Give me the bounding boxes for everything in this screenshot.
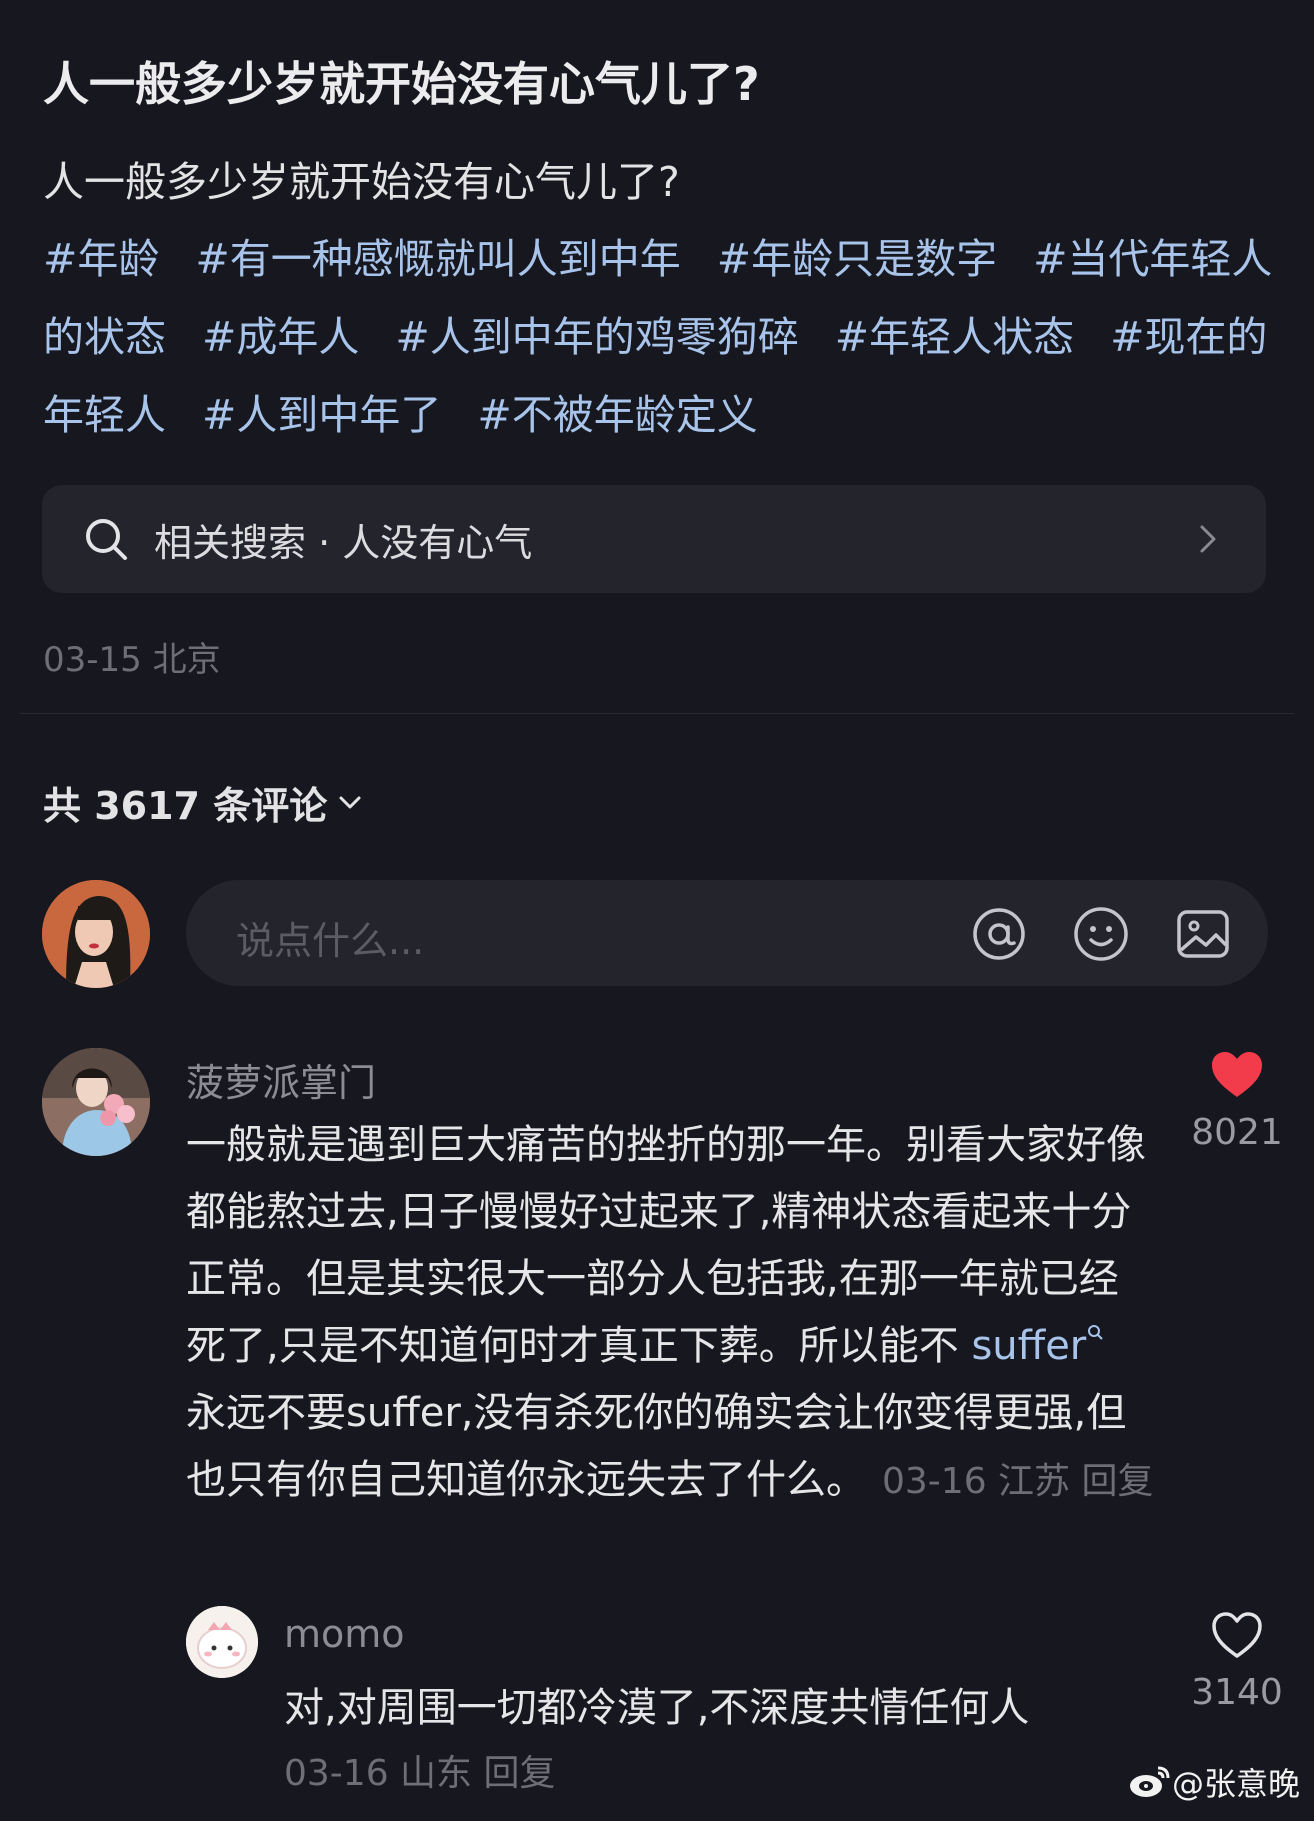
heart-outline-icon	[1212, 1612, 1262, 1658]
related-search-bar[interactable]: 相关搜索 · 人没有心气	[42, 485, 1266, 593]
post-body: 人一般多少岁就开始没有心气儿了?	[43, 158, 680, 206]
like-count: 3140	[1191, 1672, 1283, 1713]
comment-username[interactable]: 菠萝派掌门	[186, 1052, 376, 1107]
comment-meta[interactable]: 03-16 山东 回复	[284, 1744, 556, 1796]
weibo-icon	[1129, 1766, 1170, 1797]
post-meta: 03-15 北京	[43, 640, 221, 680]
tag-list: #年龄 #有一种感慨就叫人到中年 #年龄只是数字 #当代年轻人的状态 #成年人 #人到中年…	[43, 220, 1273, 454]
comment-username[interactable]: momo	[284, 1612, 405, 1656]
search-icon	[80, 513, 132, 565]
tag[interactable]: #人到中年了	[202, 391, 441, 439]
like-count: 8021	[1191, 1112, 1283, 1153]
search-icon	[1088, 1325, 1103, 1340]
tag[interactable]: #不被年龄定义	[477, 391, 757, 439]
tag[interactable]: #年龄只是数字	[717, 235, 997, 283]
tag[interactable]: #年轻人状态	[835, 313, 1074, 361]
chevron-down-icon	[339, 796, 361, 808]
avatar[interactable]	[186, 1606, 258, 1678]
tag[interactable]: #人到中年的鸡零狗碎	[395, 313, 798, 361]
divider	[20, 713, 1294, 714]
tag[interactable]: #成年人	[202, 313, 359, 361]
chevron-right-icon	[1190, 519, 1226, 559]
search-link[interactable]: suffer	[971, 1323, 1086, 1369]
like-button[interactable]: 8021	[1182, 1050, 1292, 1153]
comment-input-placeholder: 说点什么...	[236, 919, 425, 963]
comment-text: 一般就是遇到巨大痛苦的挫折的那一年。别看大家好像都能熬过去,日子慢慢好过起来了,…	[186, 1112, 1156, 1515]
tag[interactable]: #年龄	[43, 235, 159, 283]
comment-text: 对,对周围一切都冷漠了,不深度共情任何人	[284, 1685, 1030, 1731]
post-title: 人一般多少岁就开始没有心气儿了?	[43, 57, 760, 111]
avatar[interactable]	[42, 880, 150, 988]
watermark: @张意晚	[1128, 1759, 1300, 1805]
comment-count-label: 共 3617 条评论	[43, 784, 328, 828]
watermark-label: @张意晚	[1171, 1765, 1300, 1803]
avatar[interactable]	[42, 1048, 150, 1156]
emoji-icon[interactable]	[1072, 905, 1130, 963]
comment-input[interactable]: 说点什么...	[186, 880, 1268, 986]
comment-count[interactable]: 共 3617 条评论	[43, 775, 365, 830]
heart-filled-icon	[1212, 1052, 1262, 1097]
comment-meta[interactable]: 03-16 江苏 回复	[882, 1461, 1154, 1502]
at-icon[interactable]	[970, 905, 1028, 963]
image-icon[interactable]	[1174, 905, 1232, 963]
like-button[interactable]: 3140	[1182, 1610, 1292, 1713]
tag[interactable]: #有一种感慨就叫人到中年	[195, 235, 680, 283]
related-search-label: 相关搜索 · 人没有心气	[154, 520, 533, 565]
